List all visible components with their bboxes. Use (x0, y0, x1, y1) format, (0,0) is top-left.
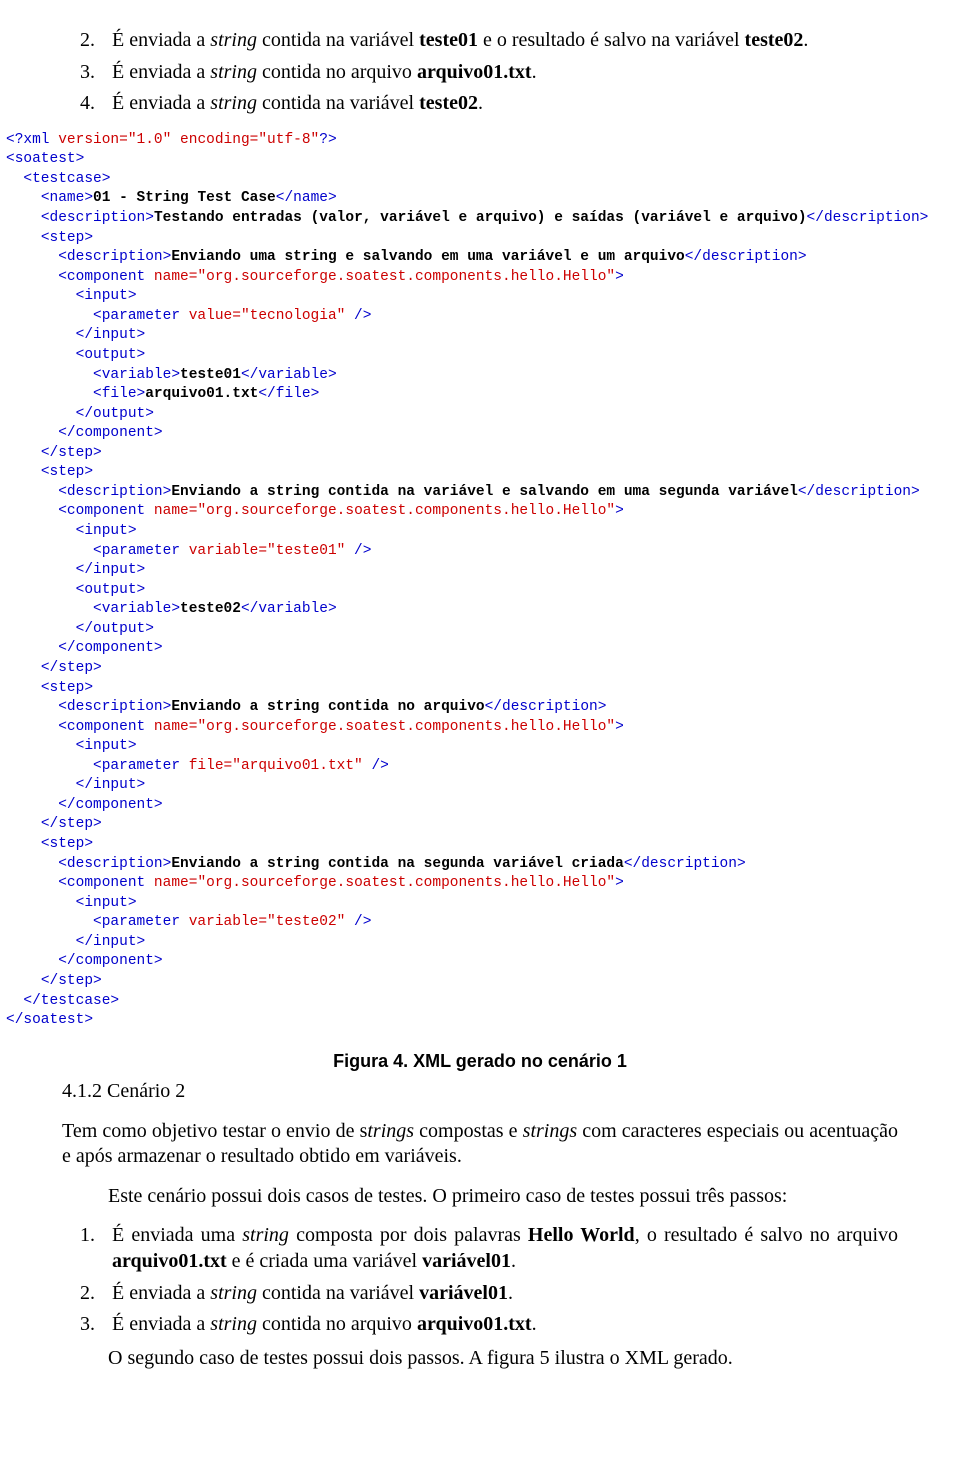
paragraph: O segundo caso de testes possui dois pas… (62, 1346, 898, 1372)
section-heading: 4.1.2 Cenário 2 (62, 1080, 898, 1103)
item-text: É enviada a string contida no arquivo ar… (110, 60, 898, 86)
item-text: É enviada uma string composta por dois p… (110, 1223, 898, 1274)
item-number: 2. (62, 28, 110, 54)
item-number: 3. (62, 60, 110, 86)
list-item: 4. É enviada a string contida na variáve… (62, 91, 898, 117)
item-number: 2. (62, 1281, 110, 1307)
figure-caption: Figura 4. XML gerado no cenário 1 (62, 1051, 898, 1072)
item-number: 3. (62, 1312, 110, 1338)
paragraph: Tem como objetivo testar o envio de stri… (62, 1119, 898, 1170)
list-item: 2. É enviada a string contida na variáve… (62, 1281, 898, 1307)
list-item: 3. É enviada a string contida no arquivo… (62, 1312, 898, 1338)
item-number: 1. (62, 1223, 110, 1274)
document-page: 2. É enviada a string contida na variáve… (0, 0, 960, 1425)
paragraph: Este cenário possui dois casos de testes… (62, 1184, 898, 1210)
item-text: É enviada a string contida na variável v… (110, 1281, 898, 1307)
item-text: É enviada a string contida na variável t… (110, 28, 898, 54)
item-number: 4. (62, 91, 110, 117)
item-text: É enviada a string contida no arquivo ar… (110, 1312, 898, 1338)
item-text: É enviada a string contida na variável t… (110, 91, 898, 117)
list-item: 2. É enviada a string contida na variáve… (62, 28, 898, 54)
xml-code-block: <?xml version="1.0" encoding="utf-8"?> <… (6, 131, 954, 1031)
list-item: 3. É enviada a string contida no arquivo… (62, 60, 898, 86)
list-item: 1. É enviada uma string composta por doi… (62, 1223, 898, 1274)
